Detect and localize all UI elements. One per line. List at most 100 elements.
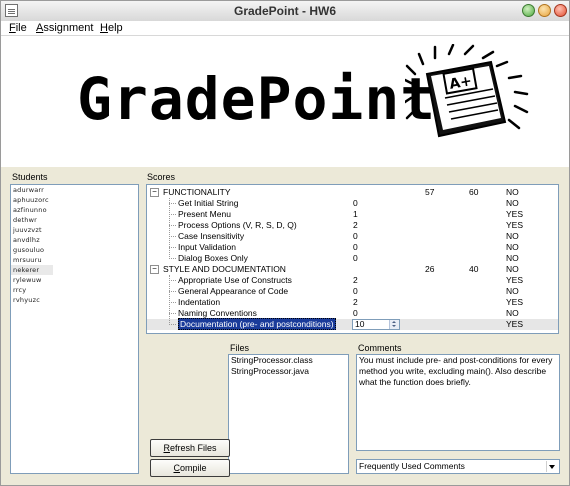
pass-status: NO: [506, 308, 519, 318]
menu-assignment[interactable]: Assignment: [36, 22, 93, 34]
score-spinbox-value: 10: [355, 319, 365, 329]
score-item-row[interactable]: Documentation (pre- and postconditions) 1…: [147, 318, 558, 330]
student-list-item[interactable]: mrsuuru: [11, 255, 138, 265]
pass-status: NO: [506, 242, 519, 252]
pass-status: NO: [506, 198, 519, 208]
student-list-item[interactable]: juuvzvzt: [11, 225, 138, 235]
category-label: FUNCTIONALITY: [163, 187, 231, 197]
comments-text: You must include pre- and post-condition…: [359, 355, 553, 387]
criterion-label: Get Initial String: [178, 198, 239, 208]
score-item-row[interactable]: Process Options (V, R, S, D, Q) 2 YES: [147, 220, 558, 231]
scores-tree[interactable]: FUNCTIONALITY −57 60 NO Get Initial String 0 N…: [146, 184, 559, 334]
score-value: 1: [353, 209, 358, 219]
score-item-row[interactable]: Present Menu 1 YES: [147, 209, 558, 220]
tree-guide-line: [169, 275, 170, 325]
pass-status: YES: [506, 319, 524, 329]
points-earned: 26: [425, 264, 435, 274]
score-item-row[interactable]: Dialog Boxes Only 0 NO: [147, 253, 558, 264]
score-value: 2: [353, 275, 358, 285]
pass-status: NO: [506, 264, 519, 274]
criterion-label: Appropriate Use of Constructs: [178, 275, 292, 285]
score-item-row[interactable]: Case Insensitivity 0 NO: [147, 231, 558, 242]
pass-status: YES: [506, 275, 524, 285]
student-list-item[interactable]: nekerer: [11, 265, 53, 275]
graded-paper-icon: A+: [405, 44, 529, 138]
tree-connector: [169, 313, 176, 314]
score-value: 0: [353, 242, 358, 252]
title-bar[interactable]: GradePoint - HW6: [1, 1, 569, 22]
file-list-item[interactable]: StringProcessor.class: [229, 355, 348, 366]
score-item-row[interactable]: Get Initial String 0 NO: [147, 198, 558, 209]
score-item-row[interactable]: Indentation 2 YES: [147, 297, 558, 308]
student-list-item[interactable]: rylewuw: [11, 275, 138, 285]
score-value: 0: [353, 308, 358, 318]
student-list-item[interactable]: adurwarr: [11, 185, 138, 195]
score-item-row[interactable]: General Appearance of Code 0 NO: [147, 286, 558, 297]
students-label: Students: [12, 172, 48, 182]
tree-connector: [169, 236, 176, 237]
student-list-item[interactable]: anvdlhz: [11, 235, 138, 245]
score-value: 0: [353, 231, 358, 241]
score-item-row[interactable]: Input Validation 0 NO: [147, 242, 558, 253]
menu-help[interactable]: Help: [100, 22, 123, 34]
frequent-comments-dropdown[interactable]: Frequently Used Comments: [356, 459, 560, 474]
tree-guide-line: [169, 198, 170, 259]
tree-connector: [169, 247, 176, 248]
menu-assignment-label: Assignment: [36, 22, 94, 34]
refresh-files-button-label: Refresh Files: [163, 443, 217, 453]
comments-textarea[interactable]: You must include pre- and post-condition…: [356, 354, 560, 451]
student-list-item[interactable]: dethwr: [11, 215, 138, 225]
pass-status: NO: [506, 286, 519, 296]
maximize-button[interactable]: [538, 4, 551, 17]
tree-connector: [169, 291, 176, 292]
pass-status: YES: [506, 209, 524, 219]
tree-connector: [169, 280, 176, 281]
refresh-files-button[interactable]: Refresh Files: [150, 439, 230, 457]
criterion-label: Input Validation: [178, 242, 236, 252]
pass-status: NO: [506, 231, 519, 241]
frequent-comments-value: Frequently Used Comments: [359, 461, 465, 471]
chevron-down-icon[interactable]: [546, 461, 558, 472]
files-label: Files: [230, 343, 250, 353]
tree-connector: [169, 214, 176, 215]
criterion-label: Indentation: [178, 297, 221, 307]
spinner-arrows-icon[interactable]: [389, 320, 399, 329]
pass-status: YES: [506, 220, 524, 230]
students-list[interactable]: adurwarr aphuuzorc azfinunno dethwr juuvzvzt…: [10, 184, 139, 474]
category-label: STYLE AND DOCUMENTATION: [163, 264, 286, 274]
criterion-label: Documentation (pre- and postconditions): [178, 318, 336, 330]
score-value: 0: [353, 286, 358, 296]
close-button[interactable]: [554, 4, 567, 17]
logo-banner: GradePoint A+: [1, 36, 569, 167]
score-value: 0: [353, 198, 358, 208]
score-value: 0: [353, 253, 358, 263]
student-list-item[interactable]: rrcy: [11, 285, 138, 295]
files-list[interactable]: StringProcessor.class StringProcessor.jav…: [228, 354, 349, 474]
score-value: 2: [353, 297, 358, 307]
score-category-row[interactable]: STYLE AND DOCUMENTATION − 26 40 NO: [147, 264, 558, 275]
score-value: 2: [353, 220, 358, 230]
tree-connector: [169, 225, 176, 226]
collapse-icon[interactable]: −: [150, 188, 159, 197]
pass-status: NO: [506, 253, 519, 263]
window-title: GradePoint - HW6: [233, 4, 336, 18]
menu-file-label: File: [9, 22, 27, 34]
compile-button[interactable]: Compile: [150, 459, 230, 477]
score-spinbox[interactable]: 10: [352, 319, 400, 330]
comments-label: Comments: [358, 343, 402, 353]
student-list-item[interactable]: rvhyuzc: [11, 295, 138, 305]
score-item-row[interactable]: Appropriate Use of Constructs 2 YES: [147, 275, 558, 286]
criterion-label: Case Insensitivity: [178, 231, 245, 241]
student-list-item[interactable]: gusouluo: [11, 245, 138, 255]
tree-connector: [169, 258, 176, 259]
logo-wordmark: GradePoint: [77, 65, 437, 133]
minimize-button[interactable]: [522, 4, 535, 17]
student-list-item[interactable]: azfinunno: [11, 205, 138, 215]
file-list-item[interactable]: StringProcessor.java: [229, 366, 348, 377]
tree-connector: [169, 302, 176, 303]
student-list-item[interactable]: aphuuzorc: [11, 195, 138, 205]
score-category-row[interactable]: FUNCTIONALITY − 57 60 NO: [147, 187, 558, 198]
collapse-icon[interactable]: −: [150, 265, 159, 274]
tree-connector: [169, 203, 176, 204]
menu-file[interactable]: File: [9, 22, 27, 34]
